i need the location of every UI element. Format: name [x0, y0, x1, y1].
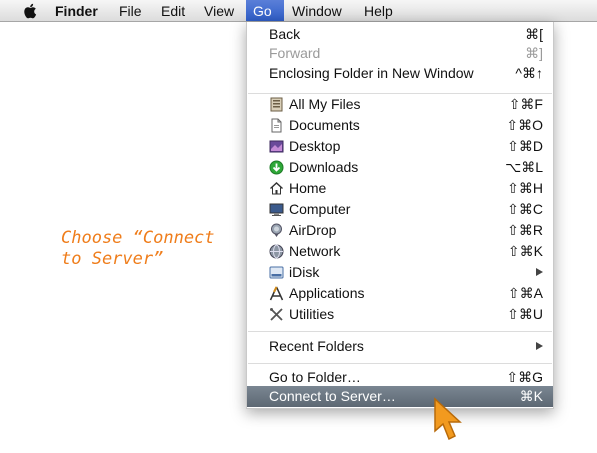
menu-item-label: Go to Folder…: [269, 369, 361, 385]
menu-item-idisk[interactable]: iDisk: [247, 262, 553, 283]
applications-icon: [269, 286, 284, 301]
menu-item-label: Back: [269, 26, 301, 42]
submenu-arrow-icon: [536, 342, 543, 350]
menu-item-documents[interactable]: Documents ⇧⌘O: [247, 115, 553, 136]
computer-icon: [269, 203, 284, 216]
menu-item-shortcut: ⇧⌘F: [508, 96, 543, 112]
menu-item-shortcut: ^⌘↑: [515, 65, 543, 81]
menu-item-shortcut: ⌘]: [525, 45, 543, 61]
menu-item-shortcut: ⇧⌘A: [507, 285, 543, 301]
utilities-icon: [270, 308, 283, 321]
menu-item-label: Downloads: [289, 159, 359, 175]
documents-icon: [271, 118, 282, 133]
menu-item-shortcut: ⌥⌘L: [505, 159, 543, 175]
menu-item-label: iDisk: [289, 264, 320, 280]
menu-item-applications[interactable]: Applications ⇧⌘A: [247, 283, 553, 304]
menu-separator: [248, 363, 552, 364]
menu-item-label: Recent Folders: [269, 338, 364, 354]
desktop-icon: [269, 140, 284, 153]
menu-item-shortcut: ⇧⌘H: [507, 180, 543, 196]
menu-view[interactable]: View: [197, 0, 241, 21]
menu-help[interactable]: Help: [357, 0, 400, 21]
menu-item-shortcut: ⇧⌘K: [507, 243, 543, 259]
menu-item-utilities[interactable]: Utilities ⇧⌘U: [247, 304, 553, 325]
apple-menu-icon[interactable]: [16, 0, 44, 21]
menu-item-shortcut: ⇧⌘C: [507, 201, 543, 217]
menu-item-desktop[interactable]: Desktop ⇧⌘D: [247, 136, 553, 157]
all-my-files-icon: [270, 97, 283, 112]
menu-item-label: Documents: [289, 117, 360, 133]
menu-item-network[interactable]: Network ⇧⌘K: [247, 241, 553, 262]
menu-item-recent-folders[interactable]: Recent Folders: [247, 336, 553, 357]
menu-edit[interactable]: Edit: [154, 0, 192, 21]
menu-item-label: Enclosing Folder in New Window: [269, 65, 474, 81]
annotation-line: to Server”: [61, 249, 164, 269]
menu-item-label: AirDrop: [289, 222, 337, 238]
downloads-icon: [269, 160, 284, 175]
menu-item-shortcut: ⇧⌘U: [507, 306, 543, 322]
menu-item-label: Utilities: [289, 306, 335, 322]
menu-item-shortcut: ⌘K: [519, 388, 543, 404]
menu-item-label: All My Files: [289, 96, 361, 112]
menu-file[interactable]: File: [112, 0, 149, 21]
menu-item-label: Home: [289, 180, 327, 196]
submenu-arrow-icon: [536, 268, 543, 276]
menu-window[interactable]: Window: [285, 0, 349, 21]
menu-go[interactable]: Go: [246, 0, 284, 21]
menu-item-label: Applications: [289, 285, 365, 301]
menu-item-home[interactable]: Home ⇧⌘H: [247, 178, 553, 199]
menu-item-label: Forward: [269, 45, 321, 61]
instruction-annotation: Choose “Connect to Server”: [61, 228, 236, 270]
menu-item-all-my-files[interactable]: All My Files ⇧⌘F: [247, 94, 553, 115]
annotation-line: Choose “Connect: [61, 228, 215, 248]
menu-separator: [248, 331, 552, 332]
menu-item-label: Connect to Server…: [269, 388, 396, 404]
menu-bar: Finder File Edit View Go Window Help: [0, 0, 597, 22]
menu-item-shortcut: ⇧⌘G: [506, 369, 543, 385]
menu-item-label: Computer: [289, 201, 351, 217]
menu-item-airdrop[interactable]: AirDrop ⇧⌘R: [247, 220, 553, 241]
airdrop-icon: [271, 223, 282, 237]
menu-item-go-to-folder[interactable]: Go to Folder… ⇧⌘G: [247, 367, 553, 388]
menu-item-enclosing-folder[interactable]: Enclosing Folder in New Window ^⌘↑: [247, 63, 553, 84]
menu-item-downloads[interactable]: Downloads ⌥⌘L: [247, 157, 553, 178]
menu-item-connect-to-server[interactable]: Connect to Server… ⌘K: [247, 386, 553, 407]
menu-item-forward: Forward ⌘]: [247, 43, 553, 64]
menu-item-label: Network: [289, 243, 341, 259]
menu-item-computer[interactable]: Computer ⇧⌘C: [247, 199, 553, 220]
home-icon: [270, 182, 283, 195]
menu-item-back[interactable]: Back ⌘[: [247, 24, 553, 45]
menu-item-shortcut: ⇧⌘O: [506, 117, 543, 133]
menu-finder[interactable]: Finder: [48, 0, 105, 21]
menu-item-shortcut: ⌘[: [525, 26, 543, 42]
go-menu-dropdown: Back ⌘[ Forward ⌘] Enclosing Folder in N…: [246, 22, 554, 409]
network-icon: [269, 244, 284, 259]
menu-item-label: Desktop: [289, 138, 341, 154]
menu-item-shortcut: ⇧⌘D: [507, 138, 543, 154]
idisk-icon: [269, 266, 284, 279]
menu-item-shortcut: ⇧⌘R: [507, 222, 543, 238]
mouse-pointer-icon: [434, 397, 462, 441]
